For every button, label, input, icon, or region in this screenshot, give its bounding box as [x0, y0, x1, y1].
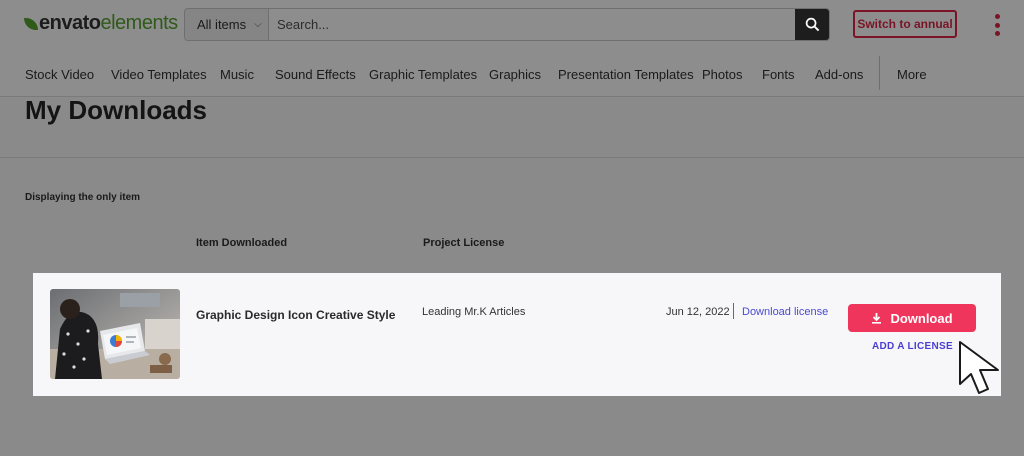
- nav-graphic-templates[interactable]: Graphic Templates: [369, 67, 477, 82]
- switch-to-annual-button[interactable]: Switch to annual: [853, 10, 957, 38]
- category-nav: Stock Video Video Templates Music Sound …: [0, 50, 1024, 97]
- category-filter-dropdown[interactable]: All items ⌵: [185, 9, 269, 40]
- project-name: Leading Mr.K Articles: [422, 306, 526, 318]
- nav-divider: [879, 56, 880, 90]
- results-count-text: Displaying the only item: [25, 192, 141, 203]
- nav-photos[interactable]: Photos: [702, 67, 742, 82]
- envato-logo[interactable]: envato elements: [23, 12, 178, 35]
- top-bar: envatoelements All items ⌵ Switch to ann…: [0, 0, 1024, 50]
- download-date: Jun 12, 2022: [666, 306, 730, 318]
- nav-more[interactable]: More: [897, 67, 927, 82]
- page-title: My Downloads: [25, 95, 208, 125]
- item-thumbnail-image: [50, 289, 180, 379]
- nav-graphics[interactable]: Graphics: [489, 67, 541, 82]
- download-button[interactable]: Download: [848, 304, 976, 332]
- item-name[interactable]: Graphic Design Icon Creative Style: [196, 308, 395, 322]
- nav-music[interactable]: Music: [220, 67, 254, 82]
- search-input[interactable]: [269, 9, 795, 40]
- search-button[interactable]: [795, 9, 829, 40]
- section-divider: [0, 157, 1024, 158]
- chevron-down-icon: ⌵: [254, 19, 262, 30]
- nav-add-ons[interactable]: Add-ons: [815, 67, 863, 82]
- nav-sound-effects[interactable]: Sound Effects: [275, 67, 356, 82]
- search-icon: [805, 17, 819, 32]
- vertical-separator: [733, 303, 734, 319]
- item-thumbnail[interactable]: [50, 289, 180, 379]
- nav-stock-video[interactable]: Stock Video: [25, 67, 94, 82]
- leaf-icon: [23, 15, 39, 32]
- download-row: Graphic Design Icon Creative Style Leadi…: [33, 273, 1001, 396]
- column-header-item: Item Downloaded: [196, 237, 288, 249]
- filter-label: All items: [197, 17, 247, 32]
- nav-fonts[interactable]: Fonts: [762, 67, 795, 82]
- more-options-icon[interactable]: [993, 14, 1001, 36]
- search-bar: All items ⌵: [184, 8, 830, 41]
- download-icon: [872, 313, 882, 324]
- nav-presentation-templates[interactable]: Presentation Templates: [558, 67, 694, 82]
- download-license-link[interactable]: Download license: [742, 306, 828, 318]
- column-header-license: Project License: [423, 237, 505, 249]
- mouse-cursor-icon: [959, 341, 999, 394]
- add-license-link[interactable]: ADD A LICENSE: [872, 341, 953, 352]
- download-button-label: Download: [890, 310, 953, 326]
- nav-video-templates[interactable]: Video Templates: [111, 67, 207, 82]
